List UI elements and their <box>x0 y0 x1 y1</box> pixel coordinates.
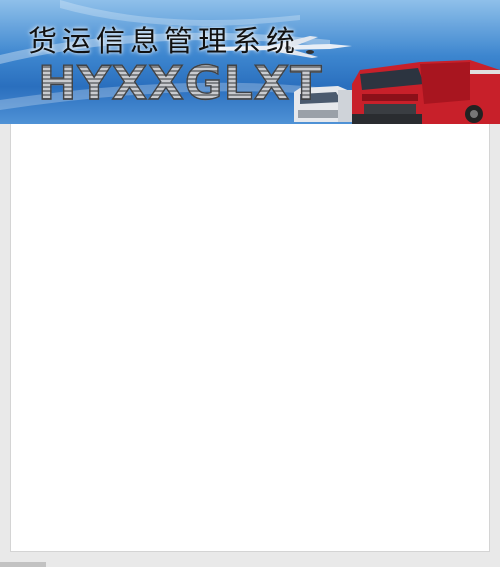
scrollbar-thumb[interactable] <box>0 562 46 567</box>
header-banner: 货运信息管理系统 HYXXGLXT <box>0 0 500 124</box>
app-abbreviation: HYXXGLXT <box>37 55 323 110</box>
horizontal-scrollbar[interactable] <box>0 562 500 567</box>
app-window: 货运信息管理系统 HYXXGLXT <box>0 0 500 567</box>
app-title: 货运信息管理系统 <box>28 24 301 58</box>
red-truck-icon <box>352 60 500 124</box>
main-content-area <box>10 124 490 552</box>
